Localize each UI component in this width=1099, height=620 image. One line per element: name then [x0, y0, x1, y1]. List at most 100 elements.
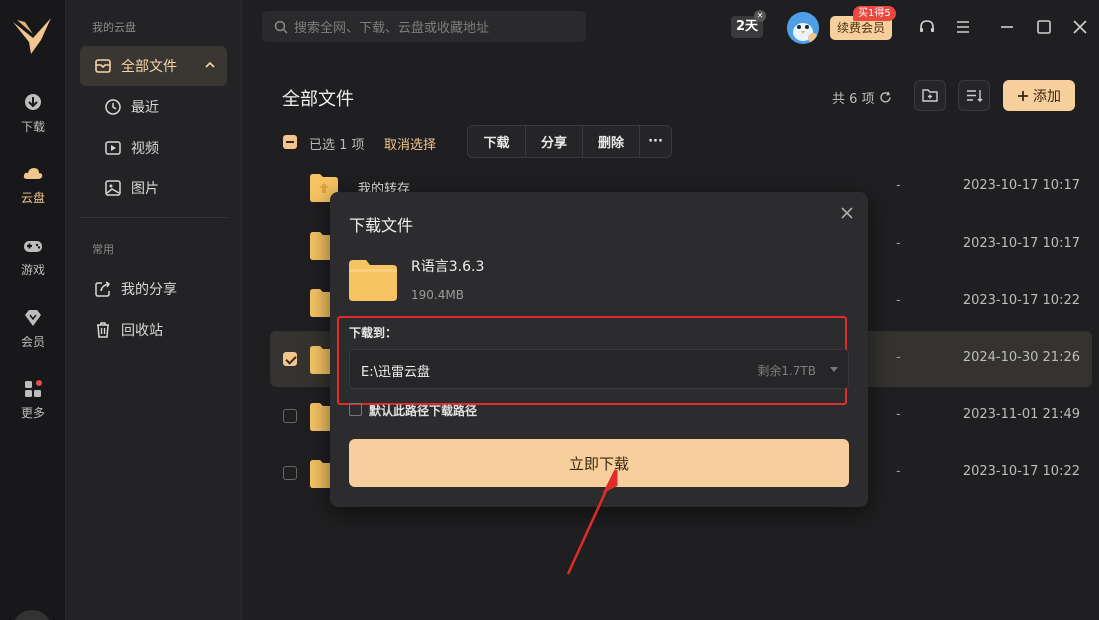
- nav-item-recent-label: 最近: [131, 100, 159, 116]
- plus-icon: [1018, 90, 1028, 101]
- nav-item-video[interactable]: 视频: [80, 128, 227, 168]
- rail-more-label: 更多: [20, 406, 45, 420]
- row-checkbox[interactable]: [283, 466, 297, 480]
- download-to-label: 下载到：: [349, 326, 398, 340]
- search-icon: [274, 20, 288, 34]
- nav-section-common: 常用: [92, 243, 114, 256]
- share-icon: [95, 281, 111, 297]
- delete-action-button[interactable]: 删除: [583, 126, 640, 157]
- chevron-up-icon[interactable]: [203, 58, 217, 72]
- page-title: 全部文件: [282, 89, 354, 110]
- cancel-selection-link[interactable]: 取消选择: [384, 134, 436, 153]
- trash-icon: [97, 322, 109, 338]
- gamepad-icon: [24, 241, 42, 252]
- nav-section-my-cloud: 我的云盘: [92, 21, 136, 34]
- selected-count: 已选 1 项: [309, 138, 365, 153]
- side-nav: 我的云盘 全部文件 最近 视频 图片 常用 我的分享 回收站: [66, 0, 242, 620]
- file-date: 2023-10-17 10:22: [962, 464, 1080, 479]
- rail-cloud[interactable]: 云盘: [0, 163, 66, 223]
- add-button[interactable]: 添加: [1003, 80, 1075, 111]
- refresh-icon[interactable]: [879, 91, 892, 104]
- rail-download[interactable]: 下载: [0, 92, 66, 152]
- row-checkbox[interactable]: [283, 352, 297, 366]
- download-action-button[interactable]: 下载: [468, 126, 526, 157]
- file-size: -: [896, 236, 901, 251]
- vip-promo-tag: 买1得5: [853, 6, 896, 21]
- select-all-checkbox[interactable]: [283, 135, 297, 149]
- file-size: -: [896, 293, 901, 308]
- rail-games-label: 游戏: [20, 263, 45, 277]
- left-rail: 下载 云盘 游戏 会员 更多: [0, 0, 66, 620]
- nav-item-all-files-label: 全部文件: [121, 59, 177, 75]
- selection-actions: 下载 分享 删除 ···: [467, 125, 672, 158]
- dialog-file-size: 190.4MB: [411, 288, 464, 302]
- headset-icon[interactable]: [918, 18, 936, 36]
- default-path-label[interactable]: 默认此路径下载路径: [369, 402, 477, 419]
- menu-icon[interactable]: [954, 18, 972, 36]
- minimize-icon[interactable]: [998, 18, 1016, 36]
- sort-icon: [967, 90, 983, 102]
- rail-more[interactable]: 更多: [0, 378, 66, 438]
- cloud-icon: [23, 168, 43, 179]
- nav-divider: [80, 217, 228, 218]
- notification-dot: [34, 378, 44, 388]
- rail-cloud-label: 云盘: [20, 191, 45, 205]
- folder-plus-icon: [922, 89, 938, 102]
- folder-icon: [349, 260, 397, 301]
- file-size: -: [896, 464, 901, 479]
- maximize-icon[interactable]: [1035, 18, 1053, 36]
- image-icon: [105, 180, 121, 196]
- chevron-down-icon[interactable]: [830, 367, 838, 372]
- rail-user-avatar[interactable]: [12, 610, 52, 620]
- download-path-select[interactable]: E:\迅雷云盘 剩余1.7TB: [349, 349, 849, 389]
- default-path-checkbox[interactable]: [349, 403, 362, 416]
- nav-item-my-shares-label: 我的分享: [121, 282, 177, 298]
- user-avatar[interactable]: [787, 12, 819, 44]
- nav-item-recycle-bin-label: 回收站: [121, 323, 163, 339]
- close-icon[interactable]: [840, 206, 854, 220]
- file-date: 2023-11-01 21:49: [962, 407, 1080, 422]
- dialog-file-name: R语言3.6.3: [411, 259, 485, 275]
- nav-item-video-label: 视频: [131, 141, 159, 157]
- share-action-button[interactable]: 分享: [526, 126, 583, 157]
- app-logo-icon: [13, 18, 51, 54]
- file-date: 2023-10-17 10:17: [962, 178, 1080, 193]
- sort-button[interactable]: [958, 80, 990, 111]
- dialog-title: 下载文件: [349, 216, 414, 235]
- file-size: -: [896, 407, 901, 422]
- search-placeholder: 搜索全网、下载、云盘或收藏地址: [294, 21, 490, 36]
- download-dialog: 下载文件 R语言3.6.3 190.4MB 下载到： E:\迅雷云盘 剩余1.7…: [330, 192, 868, 507]
- file-date: 2023-10-17 10:17: [962, 236, 1080, 251]
- nav-item-all-files[interactable]: 全部文件: [80, 46, 227, 86]
- search-input[interactable]: 搜索全网、下载、云盘或收藏地址: [262, 11, 586, 42]
- download-icon: [25, 94, 41, 110]
- rail-vip-label: 会员: [20, 335, 45, 349]
- file-size: -: [896, 178, 901, 193]
- rail-games[interactable]: 游戏: [0, 235, 66, 295]
- nav-item-images-label: 图片: [131, 181, 159, 197]
- window-close-icon[interactable]: [1071, 18, 1089, 36]
- rail-vip[interactable]: 会员: [0, 307, 66, 367]
- add-button-label: 添加: [1033, 88, 1061, 105]
- clock-icon: [105, 99, 121, 115]
- file-date: 2023-10-17 10:22: [962, 293, 1080, 308]
- folder-icon: [95, 59, 111, 73]
- file-date: 2024-10-30 21:26: [962, 350, 1080, 365]
- free-space: 剩余1.7TB: [757, 364, 816, 378]
- nav-item-my-shares[interactable]: 我的分享: [80, 269, 227, 309]
- annotation-arrow: [566, 469, 618, 575]
- avatar-bird-icon: [787, 12, 819, 44]
- new-folder-button[interactable]: [914, 80, 946, 111]
- nav-item-recycle-bin[interactable]: 回收站: [80, 310, 227, 350]
- row-checkbox[interactable]: [283, 409, 297, 423]
- rail-download-label: 下载: [20, 120, 45, 134]
- video-icon: [105, 141, 121, 155]
- download-path-value: E:\迅雷云盘: [361, 365, 430, 380]
- item-count-text: 共 6 项: [832, 92, 875, 107]
- more-actions-button[interactable]: ···: [640, 126, 671, 157]
- nav-item-images[interactable]: 图片: [80, 168, 227, 208]
- diamond-icon: [25, 310, 41, 326]
- close-icon[interactable]: ✕: [754, 10, 766, 22]
- item-count: 共 6 项: [832, 88, 892, 107]
- nav-item-recent[interactable]: 最近: [80, 87, 227, 127]
